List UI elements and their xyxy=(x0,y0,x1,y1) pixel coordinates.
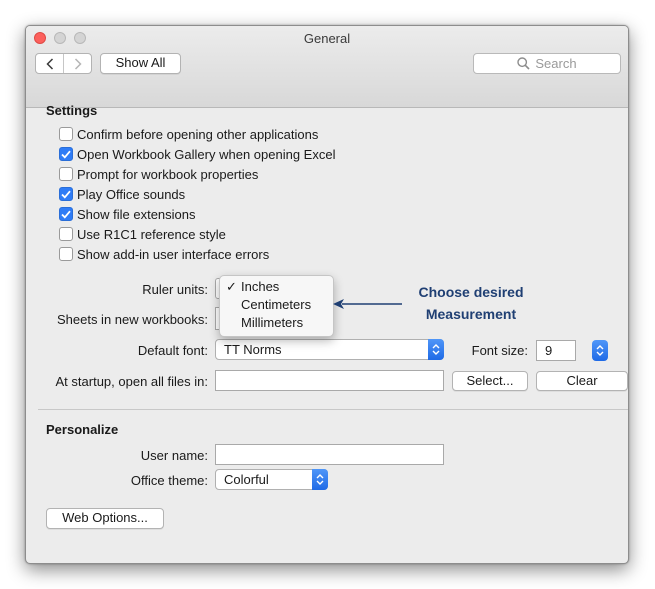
checkbox[interactable] xyxy=(59,247,73,261)
option-play-office-sounds[interactable]: Play Office sounds xyxy=(59,185,185,203)
option-open-workbook-gallery[interactable]: Open Workbook Gallery when opening Excel xyxy=(59,145,335,163)
menu-item-inches[interactable]: ✓ Inches xyxy=(220,278,333,296)
option-confirm-before-opening[interactable]: Confirm before opening other application… xyxy=(59,125,318,143)
option-label: Use R1C1 reference style xyxy=(77,226,226,242)
checkmark-icon xyxy=(61,210,71,219)
option-show-addin-errors[interactable]: Show add-in user interface errors xyxy=(59,245,269,263)
option-label: Open Workbook Gallery when opening Excel xyxy=(77,146,336,162)
web-options-button[interactable]: Web Options... xyxy=(46,508,164,529)
show-all-button[interactable]: Show All xyxy=(100,53,181,74)
title-bar: General Show All Search xyxy=(26,26,628,108)
menu-item-label: Millimeters xyxy=(241,315,304,330)
checkmark-icon xyxy=(61,150,71,159)
font-size-stepper[interactable] xyxy=(592,340,608,361)
user-name-field[interactable] xyxy=(215,444,444,465)
search-placeholder: Search xyxy=(535,56,577,71)
default-font-label: Default font: xyxy=(137,343,208,358)
startup-folder-label: At startup, open all files in: xyxy=(55,374,208,389)
checkbox[interactable] xyxy=(59,167,73,181)
clear-folder-button[interactable]: Clear xyxy=(536,371,628,391)
popup-arrows-icon xyxy=(428,339,444,360)
menu-item-label: Centimeters xyxy=(241,297,312,312)
section-divider xyxy=(38,409,628,410)
office-theme-label: Office theme: xyxy=(130,473,208,488)
navigation-buttons xyxy=(35,53,92,74)
back-button[interactable] xyxy=(36,54,63,73)
font-size-label: Font size: xyxy=(471,343,528,358)
checkbox[interactable] xyxy=(59,127,73,141)
search-icon xyxy=(517,57,530,70)
default-font-popup[interactable]: TT Norms xyxy=(215,339,444,360)
checkbox-checked[interactable] xyxy=(59,207,73,221)
settings-heading: Settings xyxy=(46,103,98,118)
ruler-units-dropdown-menu: ✓ Inches Centimeters Millimeters xyxy=(219,275,334,337)
font-size-field[interactable]: 9 xyxy=(536,340,576,361)
search-field[interactable]: Search xyxy=(473,53,621,74)
option-show-file-extensions[interactable]: Show file extensions xyxy=(59,205,196,223)
checkbox-checked[interactable] xyxy=(59,147,73,161)
popup-arrows-icon xyxy=(312,469,328,490)
forward-button[interactable] xyxy=(63,54,91,73)
menu-item-label: Inches xyxy=(241,279,280,294)
option-label: Prompt for workbook properties xyxy=(77,166,259,182)
option-prompt-workbook-properties[interactable]: Prompt for workbook properties xyxy=(59,165,258,183)
user-name-label: User name: xyxy=(140,448,208,463)
chevron-left-icon xyxy=(45,57,53,70)
office-theme-value: Colorful xyxy=(224,472,269,487)
annotation-line-2: Measurement xyxy=(425,306,517,322)
menu-item-millimeters[interactable]: Millimeters xyxy=(220,314,333,332)
window-title: General xyxy=(303,31,351,46)
annotation-text: Choose desired Measurement xyxy=(406,281,536,325)
stepper-arrows-icon xyxy=(596,345,604,356)
select-folder-button[interactable]: Select... xyxy=(452,371,528,391)
checkbox[interactable] xyxy=(59,227,73,241)
checkbox-checked[interactable] xyxy=(59,187,73,201)
option-label: Show file extensions xyxy=(77,206,196,222)
checkmark-icon: ✓ xyxy=(226,279,237,294)
personalize-heading: Personalize xyxy=(46,422,119,437)
ruler-units-label: Ruler units: xyxy=(142,282,208,297)
annotation-line-1: Choose desired xyxy=(418,284,524,300)
sheets-in-new-workbooks-label: Sheets in new workbooks: xyxy=(56,312,208,327)
annotation-arrow-icon xyxy=(333,299,402,309)
office-theme-popup[interactable]: Colorful xyxy=(215,469,328,490)
checkmark-icon xyxy=(61,190,71,199)
default-font-value: TT Norms xyxy=(224,342,282,357)
chevron-right-icon xyxy=(74,57,82,70)
menu-item-centimeters[interactable]: Centimeters xyxy=(220,296,333,314)
startup-folder-field[interactable] xyxy=(215,370,444,391)
option-r1c1-reference-style[interactable]: Use R1C1 reference style xyxy=(59,225,226,243)
preferences-window: General Show All Search Settings Confirm… xyxy=(25,25,629,564)
option-label: Play Office sounds xyxy=(77,186,186,202)
option-label: Confirm before opening other application… xyxy=(77,126,319,142)
option-label: Show add-in user interface errors xyxy=(77,246,270,262)
